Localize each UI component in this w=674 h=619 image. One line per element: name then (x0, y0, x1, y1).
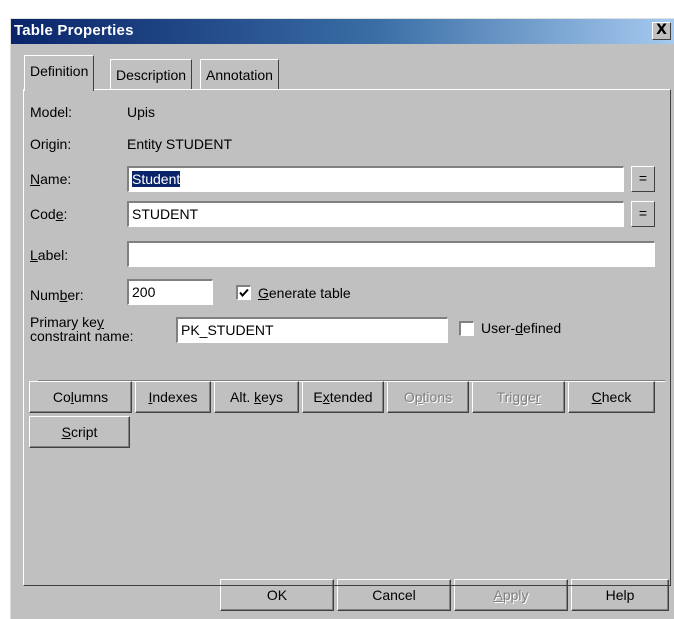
ok-button-label: OK (266, 587, 288, 603)
tab-description[interactable]: Description (110, 59, 193, 89)
title-bar[interactable]: Table Properties X (11, 19, 674, 44)
cancel-button-label: Cancel (372, 587, 416, 603)
window-title: Table Properties (14, 22, 134, 39)
tab-definition[interactable]: Definition (24, 55, 95, 91)
tab-description-label: Description (116, 67, 187, 83)
table-properties-dialog: Table Properties X Definition Descriptio… (10, 18, 674, 619)
definition-panel (23, 89, 671, 586)
tab-annotation[interactable]: Annotation (200, 59, 279, 89)
tab-definition-label: Definition (30, 63, 89, 79)
tab-annotation-label: Annotation (206, 67, 273, 83)
help-button-label: Help (605, 587, 635, 603)
close-button[interactable]: X (652, 22, 671, 40)
